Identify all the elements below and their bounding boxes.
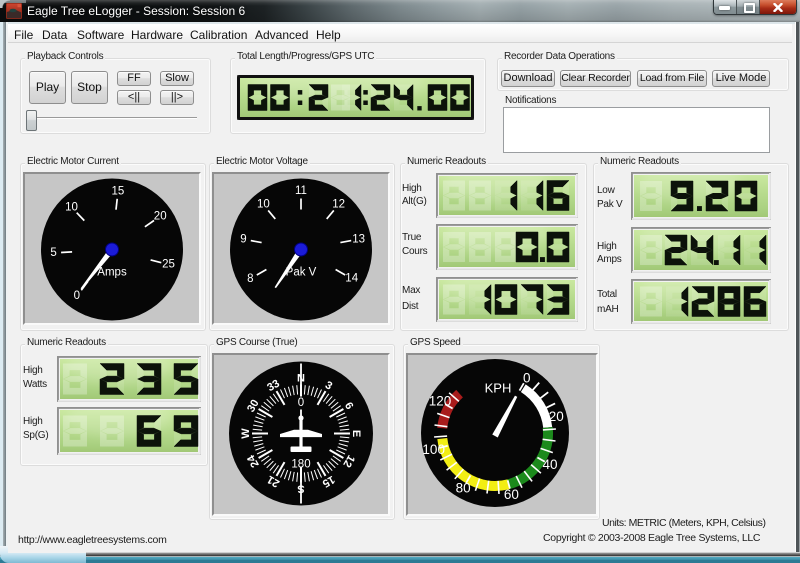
svg-text:80: 80 (456, 481, 471, 496)
svg-text:15: 15 (112, 185, 125, 197)
svg-text:0: 0 (523, 371, 531, 386)
svg-text:Amps: Amps (97, 267, 127, 279)
svg-text:0: 0 (74, 290, 80, 302)
svg-text:13: 13 (352, 233, 365, 245)
svg-text:Pak V: Pak V (285, 267, 316, 279)
svg-text:E: E (350, 430, 362, 437)
svg-text:60: 60 (504, 487, 519, 502)
svg-text:8: 8 (247, 273, 253, 285)
svg-text:W: W (240, 428, 252, 439)
svg-text:25: 25 (162, 259, 175, 271)
svg-text:100: 100 (422, 442, 445, 457)
svg-text:120: 120 (429, 394, 452, 409)
svg-text:10: 10 (257, 199, 270, 211)
svg-text:0: 0 (298, 397, 304, 409)
svg-text:10: 10 (65, 201, 78, 213)
svg-text:9: 9 (240, 233, 246, 245)
svg-text:20: 20 (549, 409, 564, 424)
svg-text:11: 11 (295, 185, 307, 197)
svg-text:20: 20 (154, 210, 167, 222)
svg-text:12: 12 (332, 199, 345, 211)
svg-text:40: 40 (542, 457, 557, 472)
svg-text:KPH: KPH (485, 381, 512, 396)
svg-text:5: 5 (50, 247, 56, 259)
svg-text:180: 180 (291, 459, 310, 471)
svg-text:14: 14 (345, 273, 358, 285)
